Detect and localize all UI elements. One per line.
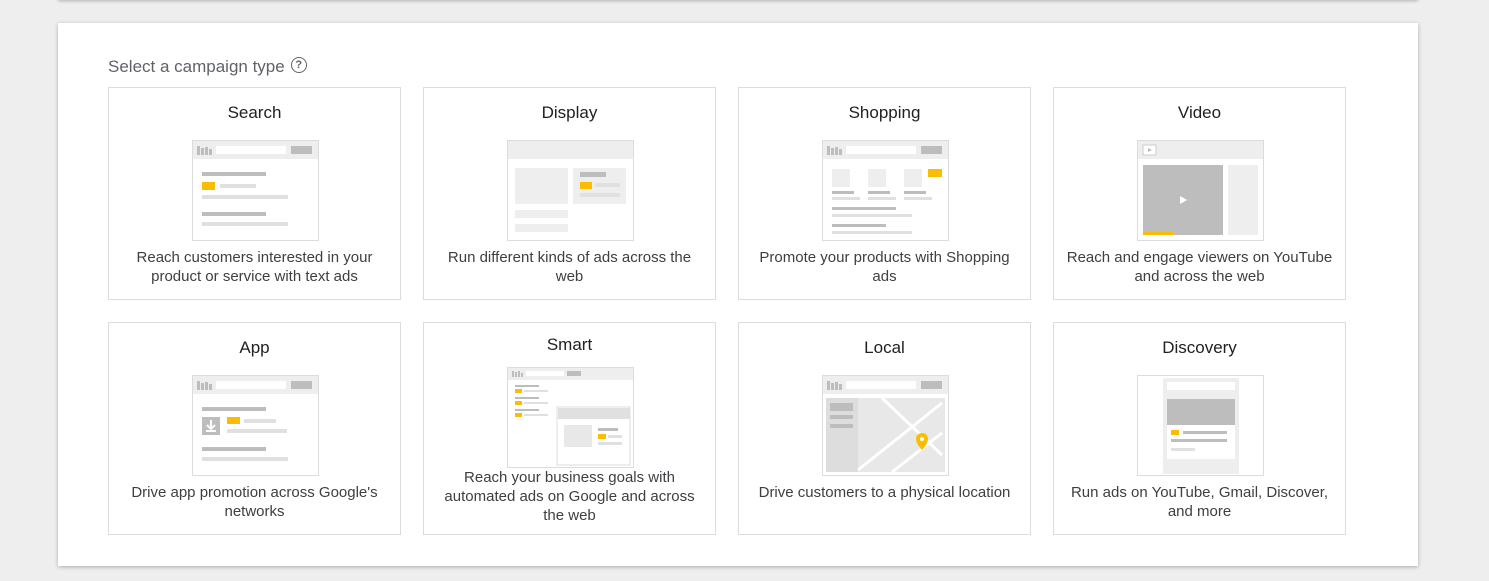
card-description: Reach and engage viewers on YouTube and … [1066,249,1333,285]
card-description: Promote your products with Shopping ads [759,249,1010,285]
card-description: Drive app promotion across Google's netw… [131,484,378,520]
card-title: Display [541,103,598,122]
campaign-card-local[interactable]: Local Drive customers to a physical loca… [738,322,1031,535]
discovery-illustration-icon [1137,375,1264,476]
app-illustration-icon [192,375,319,476]
display-illustration-icon [507,140,634,241]
campaign-type-heading-label: Select a campaign type [108,57,285,76]
card-description: Reach customers interested in your produ… [136,249,373,285]
card-title: Smart [546,335,593,354]
card-title: Local [864,338,905,357]
card-title: Search [227,103,282,122]
card-description: Run ads on YouTube, Gmail, Discover, and… [1070,484,1329,520]
campaign-card-discovery[interactable]: Discovery Run ads on YouTube, Gmail, Dis… [1053,322,1346,535]
card-title: Shopping [848,103,921,122]
smart-illustration-icon [507,367,634,468]
campaign-card-display[interactable]: Display Run different kinds of ads acros… [423,87,716,300]
card-description: Run different kinds of ads across the we… [447,249,692,285]
card-description: Reach your business goals with automated… [444,469,695,524]
campaign-type-heading: Select a campaign type ? [108,56,307,78]
campaign-card-video[interactable]: Video Reach and engage viewers on YouTub… [1053,87,1346,300]
shopping-illustration-icon [822,140,949,241]
campaign-card-smart[interactable]: Smart Reach your business goals with aut… [423,322,716,535]
card-title: Video [1177,103,1222,122]
campaign-card-shopping[interactable]: Shopping Promote your products with Shop… [738,87,1031,300]
local-illustration-icon [822,375,949,476]
campaign-card-search[interactable]: Search Reach customers interested in you… [108,87,401,300]
search-illustration-icon [192,140,319,241]
card-title: Discovery [1162,338,1237,357]
campaign-card-app[interactable]: App Drive app promotion across Google's … [108,322,401,535]
help-icon[interactable]: ? [290,57,307,73]
card-description: Drive customers to a physical location [758,484,1011,501]
video-illustration-icon [1137,140,1264,241]
campaign-type-panel: Select a campaign type ? Search Reach cu… [58,23,1418,566]
card-title: App [239,338,270,357]
